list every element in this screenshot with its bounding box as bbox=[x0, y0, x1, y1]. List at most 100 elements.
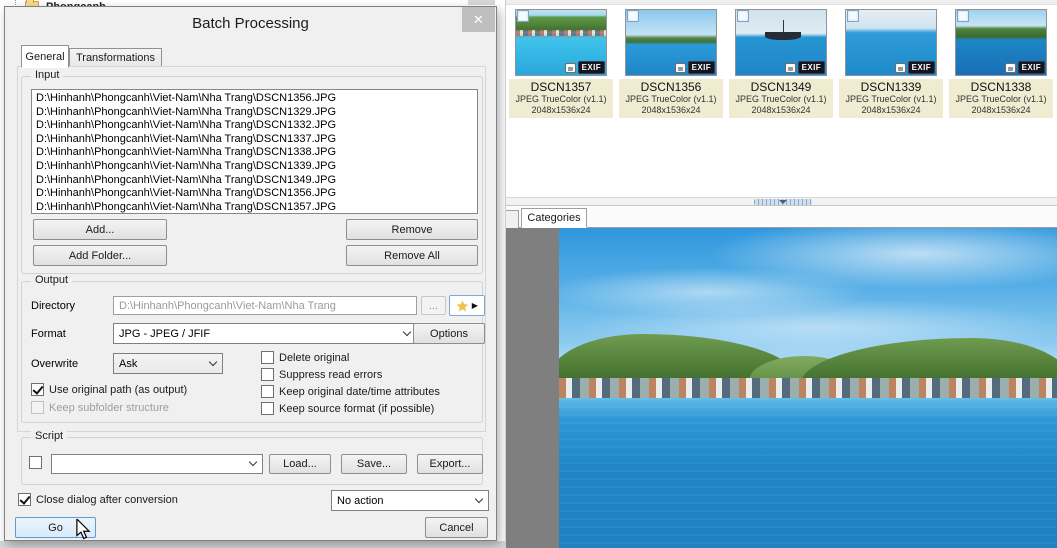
file-list-item[interactable]: D:\Hinhanh\Phongcanh\Viet-Nam\Nha Trang\… bbox=[36, 133, 473, 147]
checkbox-box[interactable] bbox=[261, 385, 274, 398]
output-group-label: Output bbox=[31, 274, 72, 286]
format-select[interactable]: JPG - JPEG / JFIF bbox=[113, 323, 417, 344]
thumbnail-flag-icon bbox=[785, 63, 796, 73]
file-list-item[interactable]: D:\Hinhanh\Phongcanh\Viet-Nam\Nha Trang\… bbox=[36, 160, 473, 174]
thumbnail-checkbox[interactable] bbox=[737, 10, 749, 22]
thumbnail-format: JPEG TrueColor (v1.1) bbox=[729, 94, 833, 105]
dialog-title: Batch Processing bbox=[5, 15, 496, 32]
checkbox-label: Suppress read errors bbox=[279, 369, 382, 381]
thumbnail-label: DSCN1349 JPEG TrueColor (v1.1) 2048x1536… bbox=[729, 79, 833, 118]
thumbnail-label: DSCN1356 JPEG TrueColor (v1.1) 2048x1536… bbox=[619, 79, 723, 118]
options-button[interactable]: Options bbox=[413, 323, 485, 344]
close-after-conversion-checkbox[interactable]: Close dialog after conversion bbox=[18, 493, 178, 506]
remove-button[interactable]: Remove bbox=[346, 219, 478, 240]
exif-badge: EXIF bbox=[908, 61, 935, 74]
delete-original-checkbox[interactable]: Delete original bbox=[261, 351, 349, 364]
tab-categories[interactable]: Categories bbox=[521, 208, 587, 228]
thumbnail-format: JPEG TrueColor (v1.1) bbox=[949, 94, 1053, 105]
file-list-item[interactable]: D:\Hinhanh\Phongcanh\Viet-Nam\Nha Trang\… bbox=[36, 92, 473, 106]
browse-button[interactable]: ... bbox=[421, 296, 446, 315]
use-original-path-checkbox[interactable]: Use original path (as output) bbox=[31, 383, 187, 396]
thumbnail-label: DSCN1357 JPEG TrueColor (v1.1) 2048x1536… bbox=[509, 79, 613, 118]
thumbnail-size: 2048x1536x24 bbox=[729, 105, 833, 116]
thumbnail-checkbox[interactable] bbox=[847, 10, 859, 22]
keep-source-format-checkbox[interactable]: Keep source format (if possible) bbox=[261, 402, 434, 415]
chevron-down-icon bbox=[403, 327, 411, 335]
file-list-item[interactable]: D:\Hinhanh\Phongcanh\Viet-Nam\Nha Trang\… bbox=[36, 187, 473, 201]
checkbox-label: Use original path (as output) bbox=[49, 384, 187, 396]
input-file-list[interactable]: D:\Hinhanh\Phongcanh\Viet-Nam\Nha Trang\… bbox=[31, 89, 478, 214]
thumbnail-image[interactable]: EXIF bbox=[845, 9, 937, 76]
checkbox-label: Keep source format (if possible) bbox=[279, 403, 434, 415]
file-list-item[interactable]: D:\Hinhanh\Phongcanh\Viet-Nam\Nha Trang\… bbox=[36, 201, 473, 214]
thumbnail-size: 2048x1536x24 bbox=[949, 105, 1053, 116]
export-button[interactable]: Export... bbox=[417, 454, 483, 474]
post-action-select[interactable]: No action bbox=[331, 490, 489, 511]
script-checkbox[interactable] bbox=[29, 456, 42, 469]
preview-pane[interactable] bbox=[506, 228, 1057, 548]
preview-photo bbox=[559, 228, 1057, 548]
suppress-read-errors-checkbox[interactable]: Suppress read errors bbox=[261, 368, 382, 381]
thumbnail-format: JPEG TrueColor (v1.1) bbox=[509, 94, 613, 105]
remove-all-button[interactable]: Remove All bbox=[346, 245, 478, 266]
save-button[interactable]: Save... bbox=[341, 454, 407, 474]
load-button[interactable]: Load... bbox=[269, 454, 331, 474]
thumbnail-size: 2048x1536x24 bbox=[509, 105, 613, 116]
favorites-button[interactable]: ★ ▶ bbox=[449, 295, 485, 316]
file-list-item[interactable]: D:\Hinhanh\Phongcanh\Viet-Nam\Nha Trang\… bbox=[36, 119, 473, 133]
thumbnail-cell[interactable]: EXIF DSCN1338 JPEG TrueColor (v1.1) 2048… bbox=[949, 7, 1053, 118]
add-button[interactable]: Add... bbox=[33, 219, 167, 240]
chevron-down-icon bbox=[209, 357, 217, 365]
thumbnail-cell[interactable]: EXIF DSCN1339 JPEG TrueColor (v1.1) 2048… bbox=[839, 7, 943, 118]
thumbnail-image[interactable]: EXIF bbox=[625, 9, 717, 76]
thumbnail-name: DSCN1338 bbox=[949, 80, 1053, 94]
directory-label: Directory bbox=[31, 300, 75, 312]
background-scrollbar-fragment bbox=[468, 0, 495, 5]
partial-tab[interactable] bbox=[506, 210, 519, 228]
overwrite-label: Overwrite bbox=[31, 358, 78, 370]
splitter-collapse-handle[interactable] bbox=[754, 199, 812, 205]
flyout-arrow-icon: ▶ bbox=[472, 302, 478, 310]
screen: Phongcanh Batch Processing ✕ General Tra… bbox=[0, 0, 1057, 548]
thumbnail-flag-icon bbox=[565, 63, 576, 73]
cancel-button[interactable]: Cancel bbox=[425, 517, 488, 538]
thumbnail-checkbox[interactable] bbox=[957, 10, 969, 22]
exif-badge: EXIF bbox=[578, 61, 605, 74]
add-folder-button[interactable]: Add Folder... bbox=[33, 245, 167, 266]
keep-datetime-checkbox[interactable]: Keep original date/time attributes bbox=[261, 385, 440, 398]
chevron-down-icon bbox=[249, 458, 257, 466]
photo-water bbox=[559, 398, 1057, 548]
checkbox-box[interactable] bbox=[261, 351, 274, 364]
close-icon[interactable]: ✕ bbox=[462, 7, 495, 32]
thumbnail-image[interactable]: EXIF bbox=[955, 9, 1047, 76]
thumbnail-image[interactable]: EXIF bbox=[515, 9, 607, 76]
photo-village-strip bbox=[559, 378, 1057, 399]
checkbox-label: Keep original date/time attributes bbox=[279, 386, 440, 398]
file-list-item[interactable]: D:\Hinhanh\Phongcanh\Viet-Nam\Nha Trang\… bbox=[36, 174, 473, 188]
thumbnail-image[interactable]: EXIF bbox=[735, 9, 827, 76]
thumbnail-checkbox[interactable] bbox=[517, 10, 529, 22]
checkbox-box[interactable] bbox=[31, 383, 44, 396]
checkbox-box[interactable] bbox=[29, 456, 42, 469]
preview-tab-row: Categories bbox=[506, 207, 1057, 228]
thumbnail-flag-icon bbox=[895, 63, 906, 73]
browser-panel: EXIF DSCN1357 JPEG TrueColor (v1.1) 2048… bbox=[505, 0, 1057, 548]
thumbnail-name: DSCN1356 bbox=[619, 80, 723, 94]
overwrite-select[interactable]: Ask bbox=[113, 353, 223, 374]
thumbnail-cell[interactable]: EXIF DSCN1356 JPEG TrueColor (v1.1) 2048… bbox=[619, 7, 723, 118]
script-select[interactable] bbox=[51, 454, 263, 474]
tab-general[interactable]: General bbox=[21, 45, 69, 68]
file-list-item[interactable]: D:\Hinhanh\Phongcanh\Viet-Nam\Nha Trang\… bbox=[36, 106, 473, 120]
checkbox-box[interactable] bbox=[261, 402, 274, 415]
checkbox-box[interactable] bbox=[18, 493, 31, 506]
file-list-item[interactable]: D:\Hinhanh\Phongcanh\Viet-Nam\Nha Trang\… bbox=[36, 146, 473, 160]
pane-splitter[interactable] bbox=[506, 197, 1057, 206]
tab-transformations[interactable]: Transformations bbox=[69, 48, 162, 68]
thumbnail-cell[interactable]: EXIF DSCN1349 JPEG TrueColor (v1.1) 2048… bbox=[729, 7, 833, 118]
format-value: JPG - JPEG / JFIF bbox=[119, 328, 210, 340]
input-group-label: Input bbox=[31, 69, 63, 81]
thumbnail-checkbox[interactable] bbox=[627, 10, 639, 22]
thumbnail-cell[interactable]: EXIF DSCN1357 JPEG TrueColor (v1.1) 2048… bbox=[509, 7, 613, 118]
checkbox-box[interactable] bbox=[261, 368, 274, 381]
directory-field[interactable]: D:\Hinhanh\Phongcanh\Viet-Nam\Nha Trang bbox=[113, 296, 417, 315]
